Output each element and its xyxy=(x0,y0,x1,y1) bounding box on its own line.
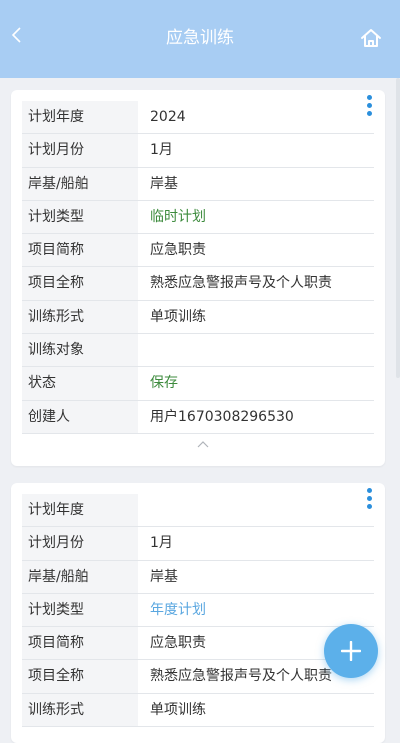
table-row: 项目简称 应急职责 xyxy=(22,234,374,268)
table-row: 计划类型 临时计划 xyxy=(22,200,374,235)
shore-ship-value: 岸基 xyxy=(150,568,178,585)
record-table: 计划年度 2024 计划月份 1月 岸基/船舶 岸基 计划类型 临时计划 项目简… xyxy=(22,101,374,434)
table-row: 创建人 用户1670308296530 xyxy=(22,400,374,434)
plan-year-value xyxy=(138,494,374,526)
table-row: 计划年度 xyxy=(22,494,374,528)
table-row: 训练形式 单项训练 xyxy=(22,693,374,728)
plan-month-value: 1月 xyxy=(150,142,173,159)
table-row: 项目简称 应急职责 xyxy=(22,627,374,661)
field-label: 项目全称 xyxy=(22,660,138,693)
chevron-up-icon[interactable] xyxy=(197,440,209,448)
field-label: 计划月份 xyxy=(22,527,138,560)
field-label: 项目全称 xyxy=(22,267,138,300)
training-record-card[interactable]: 计划年度 2024 计划月份 1月 岸基/船舶 岸基 计划类型 临时计划 项目简… xyxy=(11,90,385,466)
short-name-value: 应急职责 xyxy=(150,242,206,259)
table-row: 状态 保存 xyxy=(22,367,374,401)
field-label: 岸基/船舶 xyxy=(22,560,138,593)
field-label: 岸基/船舶 xyxy=(22,167,138,200)
training-form-value: 单项训练 xyxy=(150,701,206,718)
table-row: 计划月份 1月 xyxy=(22,134,374,168)
record-table: 计划年度 计划月份 1月 岸基/船舶 岸基 计划类型 年度计划 项目简称 应急职… xyxy=(22,494,374,728)
field-label: 项目简称 xyxy=(22,234,138,267)
field-label: 创建人 xyxy=(22,400,138,433)
full-name-value: 熟悉应急警报声号及个人职责 xyxy=(150,275,332,292)
plan-type-value: 临时计划 xyxy=(150,208,206,225)
field-label: 计划类型 xyxy=(22,593,138,627)
creator-value: 用户1670308296530 xyxy=(150,408,294,425)
training-record-card[interactable]: 计划年度 计划月份 1月 岸基/船舶 岸基 计划类型 年度计划 项目简称 应急职… xyxy=(11,483,385,743)
plus-icon xyxy=(341,641,361,661)
table-row: 计划月份 1月 xyxy=(22,527,374,561)
field-label: 项目简称 xyxy=(22,627,138,660)
field-label: 状态 xyxy=(22,367,138,400)
table-row: 岸基/船舶 岸基 xyxy=(22,560,374,594)
table-row: 项目全称 熟悉应急警报声号及个人职责 xyxy=(22,660,374,694)
field-label: 训练形式 xyxy=(22,300,138,334)
field-label: 训练对象 xyxy=(22,334,138,367)
page-title: 应急训练 xyxy=(166,28,234,48)
table-row: 项目全称 熟悉应急警报声号及个人职责 xyxy=(22,267,374,301)
training-target-value xyxy=(138,334,374,366)
app-header: 应急训练 xyxy=(0,0,400,78)
plan-year-value: 2024 xyxy=(150,109,186,125)
status-value: 保存 xyxy=(150,375,178,392)
table-row: 训练形式 单项训练 xyxy=(22,300,374,335)
add-button[interactable] xyxy=(324,624,378,678)
field-label: 训练形式 xyxy=(22,693,138,727)
table-row: 计划类型 年度计划 xyxy=(22,593,374,628)
field-label: 计划类型 xyxy=(22,200,138,234)
field-label: 计划月份 xyxy=(22,134,138,167)
table-row: 训练对象 xyxy=(22,334,374,368)
plan-type-value: 年度计划 xyxy=(150,601,206,618)
table-row: 岸基/船舶 岸基 xyxy=(22,167,374,201)
plan-month-value: 1月 xyxy=(150,535,173,552)
field-label: 计划年度 xyxy=(22,101,138,134)
field-label: 计划年度 xyxy=(22,494,138,527)
scrollbar[interactable] xyxy=(396,78,400,378)
training-form-value: 单项训练 xyxy=(150,308,206,325)
home-icon[interactable] xyxy=(360,28,382,48)
table-row: 计划年度 2024 xyxy=(22,101,374,135)
shore-ship-value: 岸基 xyxy=(150,175,178,192)
